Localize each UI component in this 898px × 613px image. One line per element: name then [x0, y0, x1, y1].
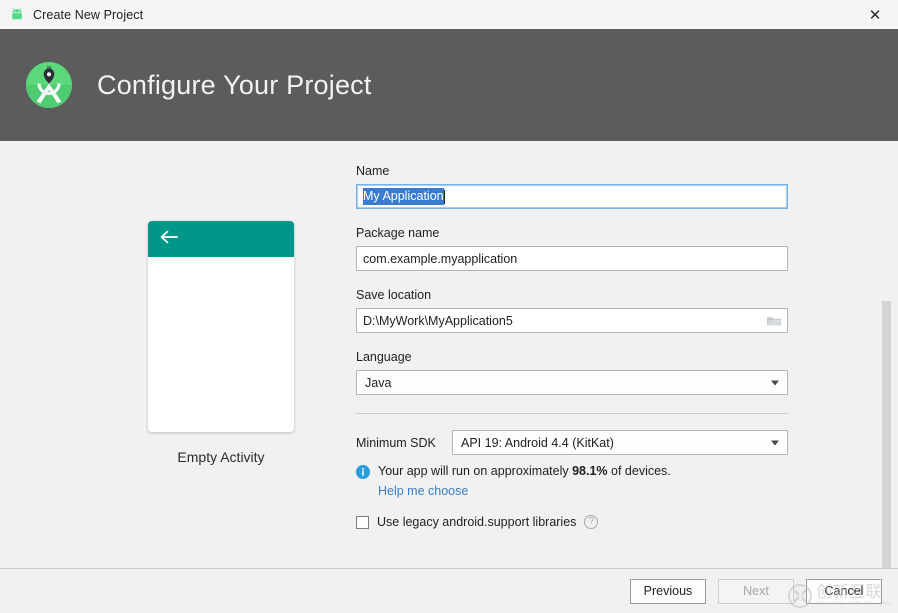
help-me-choose-link[interactable]: Help me choose [378, 484, 788, 498]
dialog-header: Configure Your Project [0, 29, 898, 141]
cancel-button[interactable]: Cancel [806, 578, 882, 604]
text-caret [443, 189, 445, 204]
preview-template-label: Empty Activity [177, 449, 265, 465]
window-titlebar: Create New Project ✕ [0, 0, 898, 29]
package-name-input[interactable]: com.example.myapplication [356, 246, 788, 271]
dialog-content: Empty Activity Name My Application Packa… [0, 141, 898, 609]
name-label: Name [356, 164, 390, 178]
field-language: Language Java [356, 350, 788, 395]
create-new-project-dialog: Create New Project ✕ Configure Your Proj… [0, 0, 898, 613]
coverage-percent: 98.1% [572, 464, 608, 478]
window-title: Create New Project [33, 7, 144, 22]
back-arrow-icon [160, 230, 178, 249]
android-studio-logo [23, 59, 75, 111]
scrollbar-thumb[interactable] [882, 301, 891, 609]
language-select[interactable]: Java [356, 370, 788, 395]
name-input[interactable]: My Application [356, 184, 788, 209]
language-value: Java [365, 375, 392, 390]
android-robot-icon [9, 6, 25, 23]
name-input-value: My Application [363, 188, 444, 205]
coverage-text-after: of devices. [607, 464, 671, 478]
dialog-footer: Previous Next Cancel [0, 568, 898, 613]
chevron-down-icon [771, 380, 779, 385]
content-scrollbar[interactable] [882, 282, 891, 613]
minimum-sdk-select[interactable]: API 19: Android 4.4 (KitKat) [452, 430, 788, 455]
device-coverage-text: Your app will run on approximately 98.1%… [378, 464, 671, 479]
page-title: Configure Your Project [97, 69, 372, 100]
info-icon [356, 465, 370, 479]
package-name-label: Package name [356, 226, 440, 240]
question-mark-icon[interactable]: ? [584, 515, 599, 529]
save-location-label: Save location [356, 288, 432, 302]
save-location-value: D:\MyWork\MyApplication5 [363, 313, 513, 328]
field-minimum-sdk: Minimum SDK API 19: Android 4.4 (KitKat) [356, 430, 788, 455]
legacy-libraries-row: Use legacy android.support libraries ? [356, 515, 788, 529]
minimum-sdk-value: API 19: Android 4.4 (KitKat) [461, 435, 614, 450]
folder-icon[interactable] [765, 313, 783, 329]
field-package-name: Package name com.example.myapplication [356, 226, 788, 271]
preview-appbar [148, 221, 294, 257]
previous-button[interactable]: Previous [630, 578, 706, 604]
coverage-text-before: Your app will run on approximately [378, 464, 573, 478]
preview-card [148, 221, 294, 432]
chevron-down-icon [771, 440, 779, 445]
close-button[interactable]: ✕ [852, 0, 898, 29]
minimum-sdk-label: Minimum SDK [356, 435, 436, 450]
legacy-libraries-checkbox[interactable] [356, 515, 369, 529]
field-name: Name My Application [356, 164, 788, 209]
package-name-value: com.example.myapplication [363, 251, 518, 266]
language-label: Language [356, 350, 412, 364]
form-separator [356, 413, 788, 414]
field-save-location: Save location D:\MyWork\MyApplication5 [356, 288, 788, 333]
next-button[interactable]: Next [718, 578, 794, 604]
project-config-form: Name My Application Package name com.exa… [356, 164, 788, 529]
template-preview: Empty Activity [148, 221, 294, 465]
legacy-libraries-label: Use legacy android.support libraries [377, 515, 577, 529]
device-coverage-info: Your app will run on approximately 98.1%… [356, 464, 788, 479]
save-location-input[interactable]: D:\MyWork\MyApplication5 [356, 308, 788, 333]
